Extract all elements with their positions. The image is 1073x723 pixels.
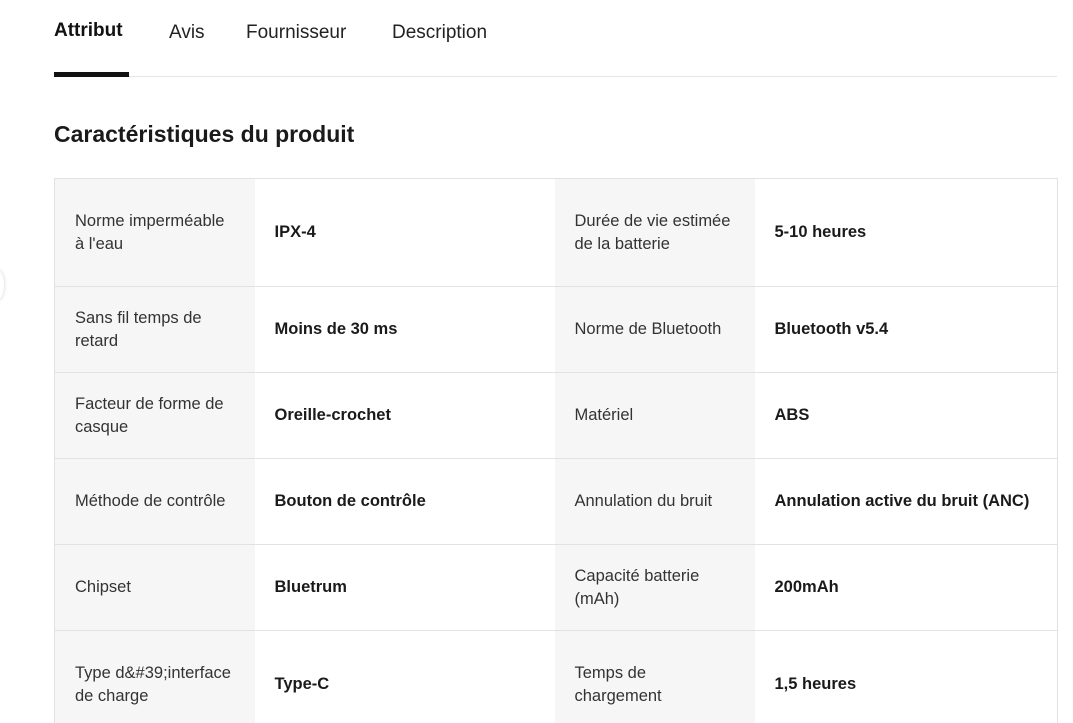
- attribute-value: Type-C: [254, 630, 555, 723]
- table-row: Norme imperméable à l'eau IPX-4 Durée de…: [54, 178, 1058, 287]
- attributes-table: Norme imperméable à l'eau IPX-4 Durée de…: [54, 178, 1058, 723]
- scroll-handle[interactable]: [0, 270, 4, 300]
- attribute-value: Bouton de contrôle: [254, 458, 555, 545]
- attribute-label: Capacité batterie (mAh): [554, 544, 755, 631]
- attribute-label: Méthode de contrôle: [54, 458, 255, 545]
- attribute-value: Bluetooth v5.4: [754, 286, 1058, 373]
- attribute-label: Durée de vie estimée de la batterie: [554, 178, 755, 287]
- attribute-label: Annulation du bruit: [554, 458, 755, 545]
- table-row: Type d&#39;interface de charge Type-C Te…: [54, 630, 1058, 723]
- section-title: Caractéristiques du produit: [54, 121, 355, 147]
- attribute-value: 200mAh: [754, 544, 1058, 631]
- tab-description[interactable]: Description: [392, 22, 487, 44]
- attribute-value: ABS: [754, 372, 1058, 459]
- attribute-label: Type d&#39;interface de charge: [54, 630, 255, 723]
- attribute-label: Norme de Bluetooth: [554, 286, 755, 373]
- table-row: Chipset Bluetrum Capacité batterie (mAh)…: [54, 544, 1058, 631]
- attribute-value: Oreille-crochet: [254, 372, 555, 459]
- tab-avis[interactable]: Avis: [169, 22, 205, 44]
- attribute-label: Chipset: [54, 544, 255, 631]
- attribute-value: IPX-4: [254, 178, 555, 287]
- attribute-label: Sans fil temps de retard: [54, 286, 255, 373]
- attribute-value: Annulation active du bruit (ANC): [754, 458, 1058, 545]
- attribute-value: 5-10 heures: [754, 178, 1058, 287]
- table-row: Facteur de forme de casque Oreille-croch…: [54, 372, 1058, 459]
- attribute-label: Facteur de forme de casque: [54, 372, 255, 459]
- tab-attribut[interactable]: Attribut: [54, 20, 123, 42]
- attribute-label: Temps de chargement: [554, 630, 755, 723]
- tab-fournisseur[interactable]: Fournisseur: [246, 22, 346, 44]
- table-row: Méthode de contrôle Bouton de contrôle A…: [54, 458, 1058, 545]
- active-tab-indicator: [54, 72, 129, 77]
- attribute-label: Norme imperméable à l'eau: [54, 178, 255, 287]
- attribute-label: Matériel: [554, 372, 755, 459]
- tab-bar: Attribut Avis Fournisseur Description: [54, 0, 1057, 77]
- attribute-value: Bluetrum: [254, 544, 555, 631]
- table-row: Sans fil temps de retard Moins de 30 ms …: [54, 286, 1058, 373]
- attribute-value: 1,5 heures: [754, 630, 1058, 723]
- attribute-value: Moins de 30 ms: [254, 286, 555, 373]
- product-page: Attribut Avis Fournisseur Description Ca…: [0, 0, 1073, 723]
